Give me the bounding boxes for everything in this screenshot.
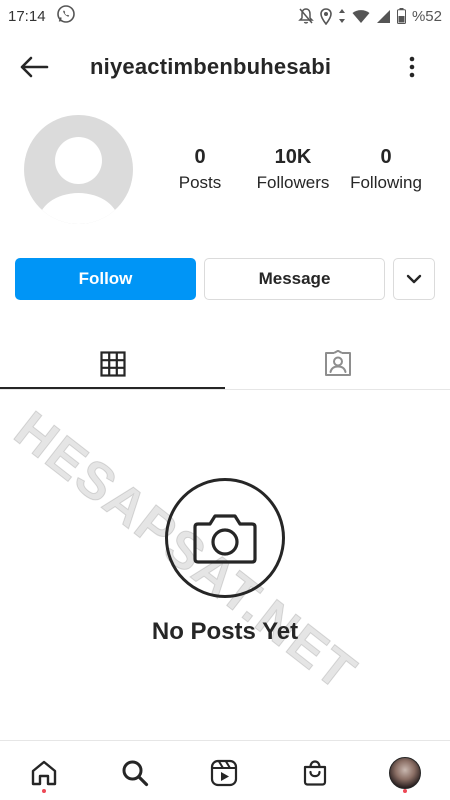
following-count: 0 [380, 146, 392, 168]
avatar-placeholder-body [38, 193, 119, 224]
profile-notification-dot [403, 789, 407, 793]
nav-search[interactable] [115, 753, 155, 793]
posts-count: 0 [194, 146, 206, 168]
battery-percent: %52 [411, 7, 442, 25]
tab-tagged[interactable] [225, 340, 450, 388]
mute-bell-icon [298, 7, 314, 25]
posts-label: Posts [178, 173, 222, 192]
profile-header: niyeactimbenbuhesabi [0, 32, 450, 102]
location-icon [320, 7, 332, 25]
reels-icon [210, 759, 238, 787]
more-options-button[interactable] [402, 52, 422, 82]
home-notification-dot [42, 789, 46, 793]
whatsapp-icon [56, 4, 76, 28]
profile-stats: 0 Posts 10K Followers 0 Following [150, 143, 440, 203]
data-arrows-icon [338, 8, 346, 24]
tabs-divider [0, 389, 450, 390]
nav-reels[interactable] [204, 753, 244, 793]
message-button[interactable]: Message [204, 258, 385, 300]
more-vertical-icon [409, 56, 415, 78]
followers-count: 10K [274, 146, 312, 168]
nav-home[interactable] [24, 753, 64, 793]
back-button[interactable] [16, 52, 52, 82]
chevron-down-icon [406, 274, 422, 284]
followers-stat[interactable]: 10K Followers [243, 143, 343, 195]
posts-stat[interactable]: 0 Posts [150, 143, 250, 195]
profile-avatar-thumb [389, 757, 421, 789]
suggested-accounts-button[interactable] [393, 258, 435, 300]
profile-tabs [0, 340, 450, 390]
back-arrow-icon [20, 56, 49, 78]
profile-avatar[interactable] [24, 115, 133, 224]
profile-username: niyeactimbenbuhesabi [90, 54, 332, 79]
bottom-navigation [0, 740, 450, 800]
status-bar: 17:14 %52 [0, 0, 450, 32]
avatar-placeholder-head [55, 137, 102, 184]
follow-button[interactable]: Follow [15, 258, 196, 300]
grid-icon [99, 351, 126, 377]
shop-icon [303, 760, 327, 786]
wifi-icon [352, 9, 370, 24]
search-icon [122, 760, 149, 787]
following-stat[interactable]: 0 Following [336, 143, 436, 195]
home-icon [31, 760, 57, 786]
followers-label: Followers [256, 173, 330, 192]
empty-state-text: No Posts Yet [151, 618, 299, 645]
camera-icon [193, 514, 257, 564]
tagged-person-icon [324, 350, 351, 376]
nav-profile[interactable] [385, 753, 425, 793]
empty-state-icon-circle [165, 478, 285, 598]
tab-posts-grid[interactable] [0, 340, 225, 388]
following-label: Following [350, 173, 422, 192]
battery-icon [396, 8, 406, 24]
nav-shop[interactable] [295, 753, 335, 793]
status-time: 17:14 [8, 7, 46, 25]
signal-icon [376, 9, 391, 24]
